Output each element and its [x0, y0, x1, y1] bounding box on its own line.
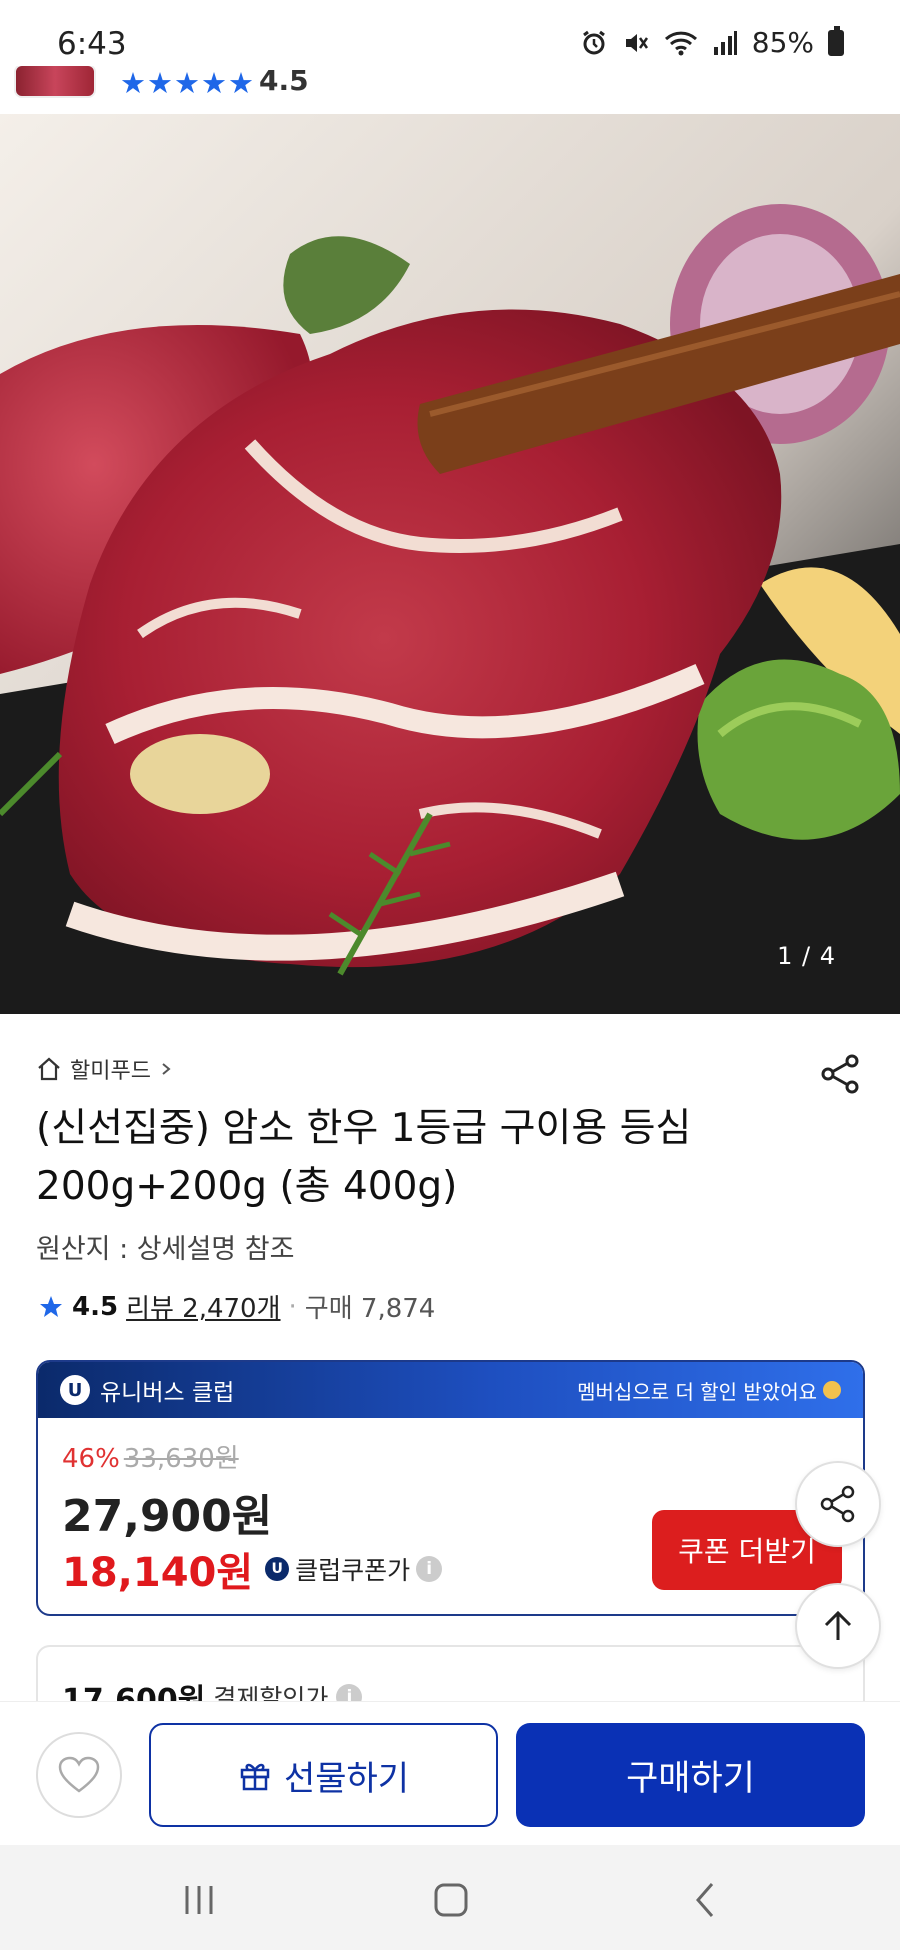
buy-button[interactable]: 구매하기 — [516, 1723, 865, 1827]
recent-apps-icon — [185, 1886, 213, 1914]
status-time: 6:43 — [57, 26, 127, 62]
gift-button[interactable]: 선물하기 — [149, 1723, 498, 1827]
origin-info: 원산지 : 상세설명 참조 — [36, 1234, 295, 1265]
rating-summary: 4.5 리뷰 2,470개 · 구매 7,874 — [38, 1288, 435, 1325]
floating-share-button[interactable] — [795, 1461, 881, 1547]
club-coupon-label: U 클럽쿠폰가 i — [265, 1551, 443, 1587]
mini-rating-value: 4.5 — [259, 64, 309, 97]
heart-icon — [58, 1756, 100, 1793]
discount-percent: 46% — [62, 1444, 120, 1474]
back-chevron-icon — [696, 1883, 714, 1917]
wishlist-button[interactable] — [36, 1732, 122, 1818]
home-icon — [38, 1057, 60, 1081]
scroll-to-top-button[interactable] — [795, 1583, 881, 1669]
alarm-icon — [582, 30, 605, 54]
product-title: (신선집중) 암소 한우 1등급 구이용 등심 200g+200g (총 400… — [36, 1106, 692, 1209]
seller-link[interactable]: 할미푸드 — [36, 1053, 173, 1085]
home-square-icon — [434, 1883, 468, 1917]
purchase-count: 구매 7,874 — [304, 1294, 436, 1324]
separator: · — [288, 1291, 297, 1322]
seller-name: 할미푸드 — [70, 1059, 151, 1084]
club-title: U 유니버스 클럽 — [60, 1373, 234, 1407]
bottom-action-bar: 선물하기 구매하기 — [0, 1701, 900, 1845]
club-promo: 멤버십으로 더 할인 받았어요 — [577, 1376, 841, 1405]
gift-button-label: 선물하기 — [283, 1758, 410, 1799]
club-promo-text: 멤버십으로 더 할인 받았어요 — [577, 1379, 817, 1404]
share-icon[interactable] — [818, 1052, 862, 1096]
sale-price: 27,900원 — [62, 1491, 273, 1542]
back-button[interactable] — [675, 1875, 735, 1925]
discount-row: 46% 33,630원 — [62, 1438, 239, 1475]
rating-value: 4.5 — [72, 1291, 119, 1322]
universe-club-card: U 유니버스 클럽 멤버십으로 더 할인 받았어요 46% 33,630원 27,… — [36, 1360, 865, 1616]
share-icon — [820, 1485, 855, 1523]
signal-icon — [713, 30, 737, 55]
club-header[interactable]: U 유니버스 클럽 멤버십으로 더 할인 받았어요 — [38, 1362, 863, 1418]
wifi-icon — [664, 31, 697, 55]
star-icon — [40, 1295, 62, 1317]
arrow-up-icon — [824, 1610, 852, 1640]
info-icon[interactable]: i — [416, 1556, 443, 1582]
battery-percent: 85% — [751, 26, 814, 59]
product-photo-beef — [0, 114, 900, 1014]
status-bar: 6:43 85% — [0, 0, 900, 66]
universe-logo-icon: U — [60, 1375, 90, 1405]
gift-icon — [240, 1763, 270, 1791]
review-count-link[interactable]: 리뷰 2,470개 — [126, 1288, 280, 1325]
product-page: 6:43 85% ★★★★★ 4.5 1 / 4 할미푸드 (신선집중) 암소 … — [0, 0, 900, 1950]
home-button[interactable] — [421, 1875, 481, 1925]
club-coupon-price: 18,140원 — [62, 1550, 254, 1596]
coin-icon — [823, 1381, 841, 1399]
sticky-product-header[interactable]: ★★★★★ 4.5 — [0, 58, 900, 114]
rating-stars-icon: ★★★★★ — [120, 66, 255, 100]
product-image-carousel[interactable]: 1 / 4 — [0, 114, 900, 1014]
chevron-right-icon — [162, 1063, 171, 1075]
image-counter: 1 / 4 — [777, 942, 836, 970]
club-price-row: 18,140원 U 클럽쿠폰가 i — [62, 1540, 443, 1598]
recent-apps-button[interactable] — [169, 1875, 229, 1925]
system-navigation-bar — [0, 1845, 900, 1950]
club-name: 유니버스 클럽 — [100, 1380, 235, 1406]
mute-icon — [625, 33, 648, 52]
status-icons: 85% — [580, 25, 844, 59]
product-thumbnail — [14, 64, 96, 98]
universe-small-icon: U — [265, 1557, 290, 1581]
original-price: 33,630원 — [123, 1444, 239, 1474]
club-coupon-label-text: 클럽쿠폰가 — [295, 1556, 411, 1585]
battery-icon — [828, 25, 844, 56]
